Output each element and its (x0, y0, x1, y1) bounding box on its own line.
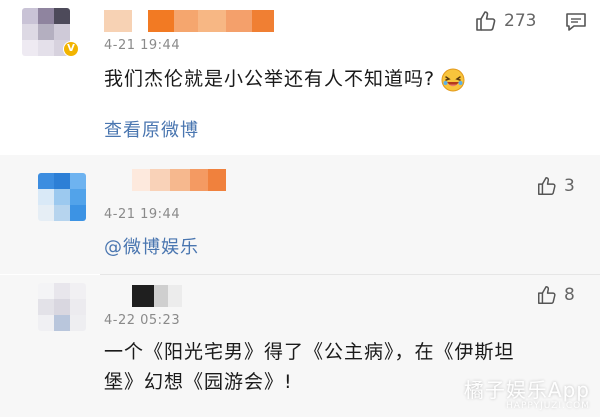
verified-badge-icon: V (64, 42, 78, 56)
reply-item: 4-21 19:44 @微博娱乐 3 (0, 155, 600, 274)
comment-text: 一个《阳光宅男》得了《公主病》，在《伊斯坦 堡》幻想《园游会》! (104, 337, 515, 397)
username-blurred[interactable] (132, 285, 182, 307)
avatar[interactable] (22, 8, 70, 56)
thumbs-up-icon (538, 177, 556, 195)
thumbs-up-icon (476, 11, 496, 31)
comment-bubble-icon[interactable] (565, 12, 587, 32)
like-button[interactable]: 273 (474, 9, 536, 33)
like-count: 8 (564, 285, 575, 305)
comment-text-line: 一个《阳光宅男》得了《公主病》，在《伊斯坦 (104, 341, 515, 363)
thumbs-up-icon (538, 286, 556, 304)
like-button[interactable]: 8 (536, 284, 575, 306)
comment-text: 我们杰伦就是小公举还有人不知道吗? (104, 64, 465, 94)
timestamp: 4-21 19:44 (104, 38, 181, 53)
watermark-brand: 橘子娱乐App (463, 378, 590, 402)
avatar[interactable] (38, 173, 86, 221)
timestamp: 4-21 19:44 (104, 207, 181, 222)
mention-link[interactable]: @微博娱乐 (104, 233, 199, 259)
weibo-comment-thread: V 4-21 19:44 我们杰伦就是小公举还有人不知道吗? 查看原微博 273… (0, 0, 600, 417)
timestamp: 4-22 05:23 (104, 313, 181, 328)
like-button[interactable]: 3 (536, 175, 575, 197)
main-comment: V 4-21 19:44 我们杰伦就是小公举还有人不知道吗? 查看原微博 273 (0, 0, 600, 155)
username-blurred[interactable] (132, 169, 226, 191)
comment-text-content: 我们杰伦就是小公举还有人不知道吗? (104, 68, 436, 90)
username-blurred[interactable] (104, 10, 274, 32)
view-original-weibo-link[interactable]: 查看原微博 (104, 116, 199, 142)
like-count: 3 (564, 176, 575, 196)
watermark: 橘子娱乐App HAPPYJUZI.COM (464, 374, 590, 411)
comment-text-line: 堡》幻想《园游会》! (104, 371, 293, 393)
reply-item: 4-22 05:23 一个《阳光宅男》得了《公主病》，在《伊斯坦 堡》幻想《园游… (0, 275, 600, 417)
laughing-emoji-icon (441, 68, 465, 91)
like-count: 273 (504, 11, 537, 31)
avatar[interactable] (38, 283, 86, 331)
